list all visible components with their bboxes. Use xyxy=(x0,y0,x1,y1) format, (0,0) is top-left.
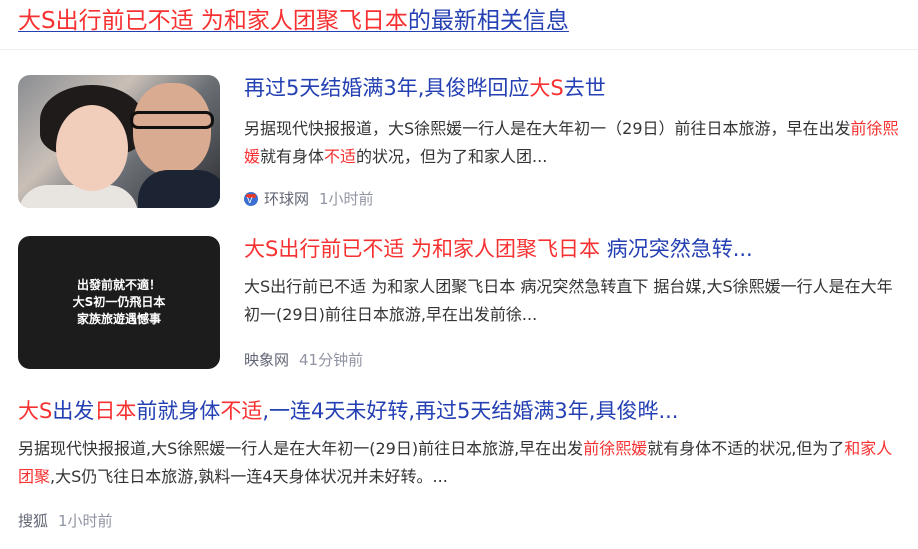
source-name[interactable]: 映象网 xyxy=(244,351,289,369)
summary-segment: 的状况，但为了和家人团... xyxy=(356,147,548,166)
result-1-thumbnail[interactable] xyxy=(18,75,220,208)
title-segment: 再过5天结婚满3年,具俊晔回应 xyxy=(244,76,530,100)
result-1-source: 环球网 1小时前 xyxy=(244,189,374,209)
result-2-title-link[interactable]: 大S出行前已不适 为和家人团聚飞日本 病况突然急转... xyxy=(244,234,904,264)
title-segment: 病况突然急转... xyxy=(600,237,753,261)
result-2-source: 映象网 41分钟前 xyxy=(244,350,363,370)
publish-time: 1小时前 xyxy=(319,190,374,208)
result-3-source: 搜狐 1小时前 xyxy=(18,511,113,531)
title-segment: 大S出行前已不适 为和家人团聚飞日本 xyxy=(244,237,601,261)
title-segment: 去世 xyxy=(563,76,606,100)
result-2-summary: 大S出行前已不适 为和家人团聚飞日本 病况突然急转直下 据台媒,大S徐熙媛一行人… xyxy=(244,273,899,329)
publish-time: 41分钟前 xyxy=(299,351,364,369)
result-2-thumbnail[interactable]: 出發前就不適！ 大S初一仍飛日本 家族旅遊遇憾事 xyxy=(18,236,220,369)
news-header-link[interactable]: 大S出行前已不适 为和家人团聚飞日本的最新相关信息 xyxy=(18,4,908,38)
thumb-text-line: 出發前就不適！ xyxy=(76,278,161,292)
summary-segment: 大S出行前已不适 为和家人团聚飞日本 病况突然急转直下 据台媒,大S徐熙媛一行人… xyxy=(244,277,893,324)
huanqiu-logo-icon xyxy=(244,192,258,206)
title-segment: 前就身体 xyxy=(136,399,221,423)
header-highlight: 大S出行前已不适 为和家人团聚飞日本 xyxy=(18,8,408,34)
title-segment: 不适 xyxy=(220,399,263,423)
result-3-summary: 另据现代快报报道,大S徐熙媛一行人是在大年初一(29日)前往日本旅游,早在出发前… xyxy=(18,435,903,491)
summary-segment: 就有身体 xyxy=(260,147,325,166)
summary-segment: 不适 xyxy=(324,147,357,166)
summary-segment: 前徐熙媛 xyxy=(583,439,648,458)
publish-time: 1小时前 xyxy=(58,512,113,530)
thumb-text-line: 家族旅遊遇憾事 xyxy=(76,312,161,326)
source-name[interactable]: 搜狐 xyxy=(18,512,48,530)
title-segment: ,一连4天未好转,再过5天结婚满3年,具俊晔... xyxy=(262,399,679,423)
header-divider xyxy=(0,49,918,50)
title-segment: 日本 xyxy=(94,399,137,423)
summary-segment: 就有身体不适的状况,但为了 xyxy=(647,439,845,458)
result-1-summary: 另据现代快报报道，大S徐熙媛一行人是在大年初一（29日）前往日本旅游，早在出发前… xyxy=(244,115,904,171)
title-segment: 大S xyxy=(18,399,53,423)
result-1-title-link[interactable]: 再过5天结婚满3年,具俊晔回应大S去世 xyxy=(244,73,904,103)
header-rest: 的最新相关信息 xyxy=(407,8,569,34)
result-3-title-link[interactable]: 大S出发日本前就身体不适,一连4天未好转,再过5天结婚满3年,具俊晔... xyxy=(18,396,898,426)
summary-segment: 另据现代快报报道,大S徐熙媛一行人是在大年初一(29日)前往日本旅游,早在出发 xyxy=(18,439,584,458)
thumb-text-line: 大S初一仍飛日本 xyxy=(72,295,166,309)
summary-segment: ,大S仍飞往日本旅游,孰料一连4天身体状况并未好转。... xyxy=(50,467,448,486)
title-segment: 出发 xyxy=(52,399,95,423)
summary-segment: 另据现代快报报道，大S徐熙媛一行人是在大年初一（29日）前往日本旅游，早在出发 xyxy=(244,119,851,138)
source-name[interactable]: 环球网 xyxy=(264,190,309,208)
title-segment: 大S xyxy=(529,76,564,100)
